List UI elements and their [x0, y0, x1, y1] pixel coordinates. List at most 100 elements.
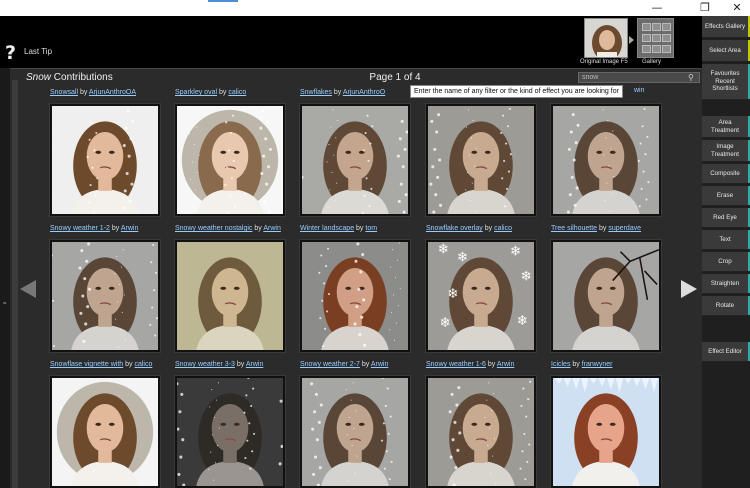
effect-title-link[interactable]: Snowflake overlay: [426, 225, 483, 232]
sidebar-item-composite[interactable]: Composite: [702, 164, 750, 184]
effect-thumbnail[interactable]: [426, 104, 536, 216]
minimize-icon[interactable]: —: [644, 0, 670, 16]
question-mark-icon[interactable]: ?: [5, 42, 16, 64]
author-link[interactable]: tom: [365, 225, 377, 232]
snowflake-dot: [358, 333, 362, 337]
sidebar-item-straighten[interactable]: Straighten: [702, 274, 750, 294]
sidebar-item-image-treatment[interactable]: Image Treatment: [702, 140, 750, 162]
arrow-right-icon[interactable]: [681, 280, 697, 298]
author-link[interactable]: Arwin: [246, 361, 264, 368]
snowflake-dot: [451, 438, 455, 442]
sidebar-item-favourites-recent-shortlists[interactable]: Favourites Recent Shortlists: [702, 64, 750, 100]
by-label: by: [109, 225, 121, 232]
author-link[interactable]: ArjunAnthroOA: [89, 89, 136, 96]
preview-face: [587, 404, 625, 453]
effect-thumbnail[interactable]: ❄ ❄ ❄ ❄ ❄ ❄ ❄: [426, 240, 536, 352]
snowflake-dot: [351, 444, 353, 447]
snowflake-dot: [360, 315, 364, 319]
snowflake-dot: [191, 161, 193, 163]
author-link[interactable]: superdave: [608, 225, 641, 232]
search-icon[interactable]: ⚲: [688, 73, 698, 82]
last-tip-link[interactable]: Last Tip: [24, 47, 52, 56]
sidebar-item-text[interactable]: Text: [702, 230, 750, 250]
snowflake-dot: [178, 410, 182, 414]
effect-title-link[interactable]: Tree silhouette: [551, 225, 597, 232]
effect-title-link[interactable]: Icicles: [551, 361, 570, 368]
snowflake-dot: [356, 242, 360, 246]
sidebar-item-erase[interactable]: Erase: [702, 186, 750, 206]
original-image-thumbnail[interactable]: [584, 18, 628, 58]
sidebar-item-crop[interactable]: Crop: [702, 252, 750, 272]
sidebar-item-effect-editor[interactable]: Effect Editor: [702, 342, 750, 362]
author-link[interactable]: Arwin: [497, 361, 515, 368]
effect-caption: Snwflakes by ArjunAnthroO: [300, 88, 385, 97]
by-label: by: [597, 225, 609, 232]
snowflake-dot: [79, 311, 83, 315]
author-link[interactable]: Arwin: [371, 361, 389, 368]
snowflake-dot: [363, 343, 367, 347]
sidebar-item-area-treatment[interactable]: Area Treatment: [702, 116, 750, 138]
snowflake-dot: [500, 131, 503, 135]
sidebar-item-label: Effects Gallery: [704, 22, 746, 30]
snowflake-dot: [454, 466, 458, 470]
effect-thumbnail[interactable]: [50, 104, 160, 216]
search-input[interactable]: [578, 72, 700, 83]
sidebar-item-select-area[interactable]: Select Area: [702, 40, 750, 62]
effect-title-link[interactable]: Snowy weather 3-3: [175, 361, 235, 368]
effect-preview-image: [52, 242, 158, 350]
effect-title-link[interactable]: Sparkley oval: [175, 89, 217, 96]
effect-title-link[interactable]: Snowy weather nostalgic: [175, 225, 252, 232]
effect-title-link[interactable]: Snowy weather 1-2: [50, 225, 110, 232]
snowflake-dot: [125, 171, 129, 176]
snowflake-dot: [319, 317, 322, 320]
gallery-view-button[interactable]: [637, 18, 674, 58]
effect-thumbnail[interactable]: [426, 376, 536, 488]
sidebar-item-rotate[interactable]: Rotate: [702, 296, 750, 316]
effect-thumbnail[interactable]: [50, 240, 160, 352]
snowflake-dot: [230, 177, 233, 180]
snowflake-dot: [522, 387, 525, 390]
effect-thumbnail[interactable]: [300, 376, 410, 488]
effect-title-link[interactable]: Snowy weather 2-7: [300, 361, 360, 368]
author-link[interactable]: calico: [494, 225, 512, 232]
snowflake-dot: [128, 199, 132, 204]
effect-title-link[interactable]: Snwflakes: [300, 89, 332, 96]
vertical-scrollbar[interactable]: [12, 80, 18, 488]
author-link[interactable]: Arwin: [263, 225, 281, 232]
effect-title-link[interactable]: Winter landscape: [300, 225, 354, 232]
snowflake-dot: [640, 187, 643, 190]
effect-thumbnail[interactable]: [50, 376, 160, 488]
effect-title-link[interactable]: Snowflase vignette with: [50, 361, 123, 368]
effect-preview-image: [177, 242, 283, 350]
snowflake-dot: [129, 137, 133, 141]
close-icon[interactable]: ✕: [724, 0, 750, 16]
effect-thumbnail[interactable]: [175, 376, 285, 488]
effect-thumbnail[interactable]: [175, 240, 285, 352]
arrow-left-icon[interactable]: [20, 280, 36, 298]
maximize-icon[interactable]: ❐: [692, 0, 718, 16]
snowflake-dot: [521, 450, 524, 453]
effect-thumbnail[interactable]: [551, 104, 661, 216]
author-link[interactable]: calico: [134, 361, 152, 368]
effect-title-link[interactable]: Snowy weather 1-6: [426, 361, 486, 368]
snowflake-dot: [231, 114, 234, 117]
effect-thumbnail[interactable]: [551, 376, 661, 488]
author-link[interactable]: franwyner: [582, 361, 613, 368]
effect-thumbnail[interactable]: [300, 104, 410, 216]
preview-eye: [108, 422, 115, 426]
effect-thumbnail[interactable]: [551, 240, 661, 352]
snowflake-dot: [312, 410, 317, 414]
effect-thumbnail[interactable]: [175, 104, 285, 216]
left-collapse-strip[interactable]: =: [0, 68, 10, 488]
author-link[interactable]: ArjunAnthroO: [343, 89, 385, 96]
effect-preview-image: [553, 378, 659, 486]
snowflake-dot: [332, 109, 334, 111]
sidebar-item-effects-gallery[interactable]: Effects Gallery: [702, 16, 750, 38]
effect-title-link[interactable]: Snowsall: [50, 89, 78, 96]
author-link[interactable]: Arwin: [121, 225, 139, 232]
sidebar-item-red-eye[interactable]: Red Eye: [702, 208, 750, 228]
effect-thumbnail[interactable]: [300, 240, 410, 352]
author-link[interactable]: calico: [228, 89, 246, 96]
snowflake-dot: [608, 165, 610, 167]
effect-caption: Sparkley oval by calico: [175, 88, 246, 97]
